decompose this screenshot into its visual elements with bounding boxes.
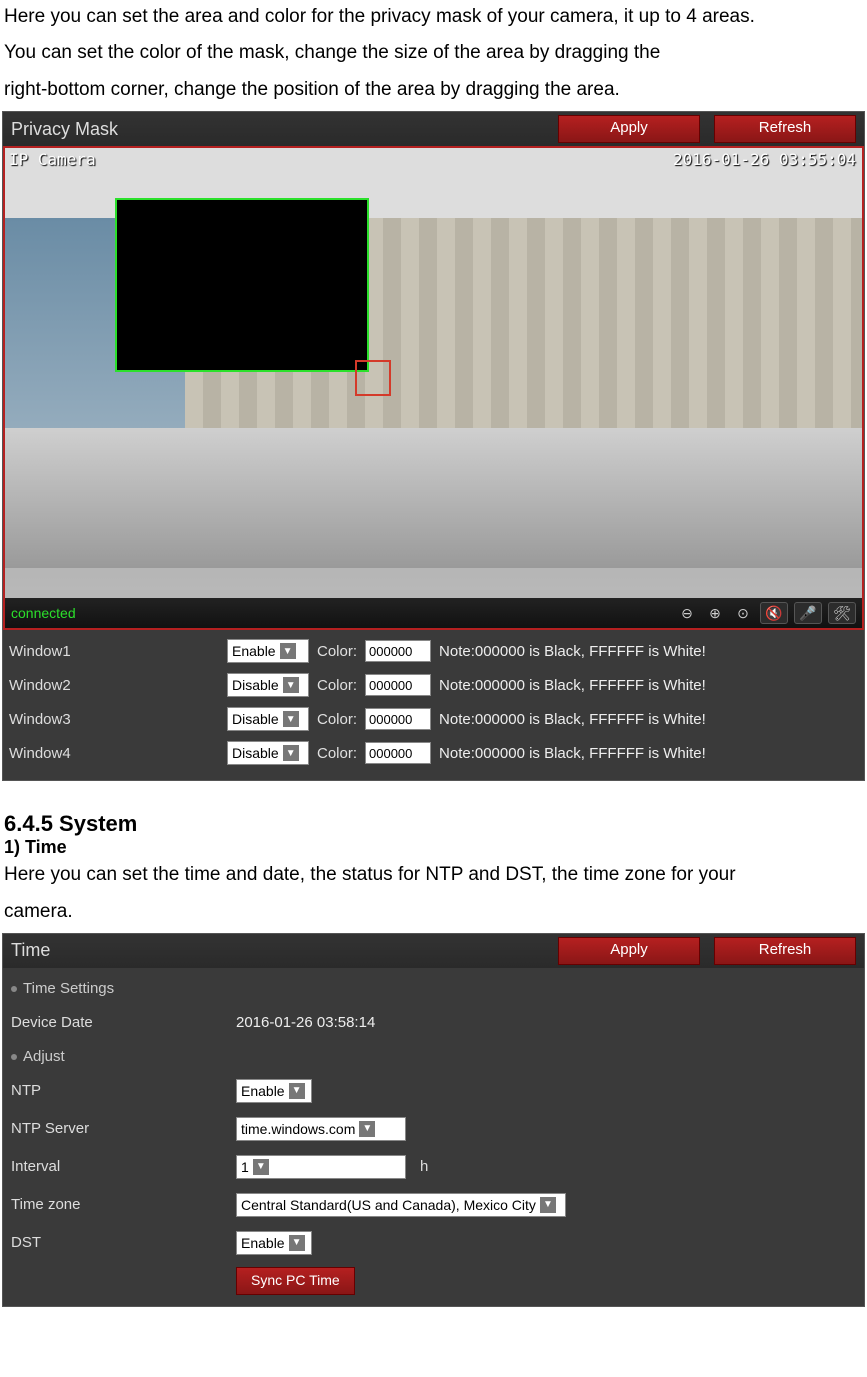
panel-header: Time Apply Refresh — [3, 934, 864, 968]
video-toolbar: connected ⊖ ⊕ ⊙ 🔇 🎤 🛠 — [5, 598, 862, 628]
privacy-mask-area[interactable] — [115, 198, 369, 372]
enable-select[interactable]: Disable▼ — [227, 673, 309, 697]
panel-header: Privacy Mask Apply Refresh — [3, 112, 864, 146]
color-label: Color: — [317, 711, 357, 728]
chevron-down-icon: ▼ — [283, 677, 299, 693]
enable-select[interactable]: Disable▼ — [227, 741, 309, 765]
connection-status: connected — [11, 605, 670, 621]
color-input[interactable]: 000000 — [365, 708, 431, 730]
color-note: Note:000000 is Black, FFFFFF is White! — [439, 711, 706, 728]
apply-button[interactable]: Apply — [558, 937, 700, 965]
window-label: Window4 — [9, 745, 219, 762]
chevron-down-icon: ▼ — [280, 643, 296, 659]
window-label: Window1 — [9, 643, 219, 660]
window-rows: Window1 Enable▼ Color: 000000 Note:00000… — [3, 630, 864, 780]
color-note: Note:000000 is Black, FFFFFF is White! — [439, 677, 706, 694]
timezone-select[interactable]: Central Standard(US and Canada), Mexico … — [236, 1193, 566, 1217]
panel-title: Privacy Mask — [11, 119, 544, 140]
bullet-icon — [11, 1054, 17, 1060]
color-label: Color: — [317, 643, 357, 660]
window-row: Window1 Enable▼ Color: 000000 Note:00000… — [9, 634, 858, 668]
section-subheading: 1) Time — [4, 837, 863, 858]
chevron-down-icon: ▼ — [283, 745, 299, 761]
chevron-down-icon: ▼ — [283, 711, 299, 727]
section-heading: 6.4.5 System — [4, 811, 863, 837]
chevron-down-icon: ▼ — [289, 1235, 305, 1251]
time-panel: Time Apply Refresh Time Settings Device … — [2, 933, 865, 1307]
intro-line2: You can set the color of the mask, chang… — [4, 38, 863, 68]
color-note: Note:000000 is Black, FFFFFF is White! — [439, 643, 706, 660]
intro-line3: right-bottom corner, change the position… — [4, 75, 863, 105]
color-note: Note:000000 is Black, FFFFFF is White! — [439, 745, 706, 762]
enable-select[interactable]: Enable▼ — [227, 639, 309, 663]
chevron-down-icon: ▼ — [359, 1121, 375, 1137]
subsection-adjust: Adjust — [11, 1042, 856, 1072]
window-label: Window3 — [9, 711, 219, 728]
section-desc1: Here you can set the time and date, the … — [4, 860, 863, 890]
color-input[interactable]: 000000 — [365, 640, 431, 662]
chevron-down-icon: ▼ — [253, 1159, 269, 1175]
overlay-timestamp: 2016-01-26 03:55:04 — [673, 150, 856, 169]
resize-handle[interactable] — [355, 360, 391, 396]
window-label: Window2 — [9, 677, 219, 694]
interval-select[interactable]: 1▼ — [236, 1155, 406, 1179]
window-row: Window3 Disable▼ Color: 000000 Note:0000… — [9, 702, 858, 736]
window-row: Window2 Disable▼ Color: 000000 Note:0000… — [9, 668, 858, 702]
interval-unit: h — [420, 1158, 428, 1175]
sync-pc-time-button[interactable]: Sync PC Time — [236, 1267, 355, 1295]
color-input[interactable]: 000000 — [365, 674, 431, 696]
center-icon[interactable]: ⊙ — [732, 602, 754, 624]
dst-label: DST — [11, 1234, 226, 1251]
chevron-down-icon: ▼ — [289, 1083, 305, 1099]
zoom-out-icon[interactable]: ⊖ — [676, 602, 698, 624]
mic-off-icon[interactable]: 🎤 — [794, 602, 822, 624]
ntp-server-select[interactable]: time.windows.com▼ — [236, 1117, 406, 1141]
refresh-button[interactable]: Refresh — [714, 937, 856, 965]
apply-button[interactable]: Apply — [558, 115, 700, 143]
intro-line1: Here you can set the area and color for … — [4, 2, 863, 32]
ntp-select[interactable]: Enable▼ — [236, 1079, 312, 1103]
color-label: Color: — [317, 677, 357, 694]
device-date-value: 2016-01-26 03:58:14 — [236, 1014, 375, 1031]
bullet-icon — [11, 986, 17, 992]
tools-icon[interactable]: 🛠 — [828, 602, 856, 624]
mute-icon[interactable]: 🔇 — [760, 602, 788, 624]
window-row: Window4 Disable▼ Color: 000000 Note:0000… — [9, 736, 858, 770]
panel-title: Time — [11, 940, 544, 961]
color-input[interactable]: 000000 — [365, 742, 431, 764]
refresh-button[interactable]: Refresh — [714, 115, 856, 143]
interval-label: Interval — [11, 1158, 226, 1175]
color-label: Color: — [317, 745, 357, 762]
enable-select[interactable]: Disable▼ — [227, 707, 309, 731]
ntp-server-label: NTP Server — [11, 1120, 226, 1137]
video-preview[interactable]: IP Camera 2016-01-26 03:55:04 connected … — [3, 146, 864, 630]
privacy-mask-panel: Privacy Mask Apply Refresh IP Camera 201… — [2, 111, 865, 781]
dst-select[interactable]: Enable▼ — [236, 1231, 312, 1255]
timezone-label: Time zone — [11, 1196, 226, 1213]
overlay-camera-label: IP Camera — [9, 150, 96, 169]
zoom-in-icon[interactable]: ⊕ — [704, 602, 726, 624]
subsection-time-settings: Time Settings — [11, 974, 856, 1004]
section-desc2: camera. — [4, 897, 863, 927]
ntp-label: NTP — [11, 1082, 226, 1099]
device-date-label: Device Date — [11, 1014, 226, 1031]
chevron-down-icon: ▼ — [540, 1197, 556, 1213]
